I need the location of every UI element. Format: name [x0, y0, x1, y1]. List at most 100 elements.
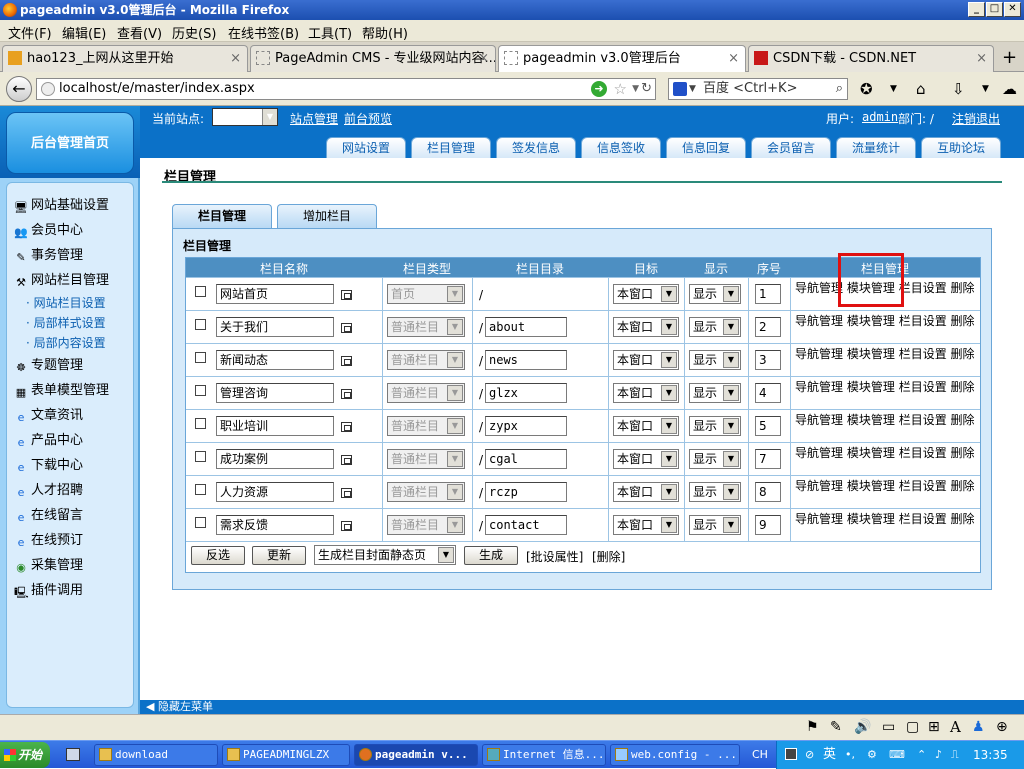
start-button[interactable]: 开始	[0, 742, 50, 768]
delete-column-link[interactable]: 删除	[951, 314, 975, 328]
column-settings-link[interactable]: 栏目设置	[899, 446, 947, 460]
column-name-input[interactable]: 关于我们	[216, 317, 334, 337]
target-select[interactable]: 本窗口 ▼	[613, 284, 679, 304]
square-icon[interactable]: ▢	[906, 719, 919, 735]
copy-icon[interactable]	[341, 488, 352, 498]
flag-icon[interactable]: ⚑	[806, 719, 819, 735]
language-indicator[interactable]: CH	[752, 741, 768, 769]
nav-manage-link[interactable]: 导航管理	[795, 512, 843, 526]
column-name-input[interactable]: 需求反馈	[216, 515, 334, 535]
sidebar-subitem-content-settings[interactable]: · 局部内容设置	[26, 334, 106, 351]
tab-hao123[interactable]: hao123_上网从这里开始 ×	[2, 45, 248, 72]
chevron-up-icon[interactable]: ⌃	[917, 741, 926, 769]
order-input[interactable]: 1	[755, 284, 781, 304]
sidebar-item-collect[interactable]: ◉ 采集管理	[14, 554, 83, 575]
chevron-down-icon[interactable]: ▼	[982, 80, 989, 98]
menu-edit[interactable]: 编辑(E)	[62, 23, 106, 42]
ime-off-icon[interactable]: ⊘	[805, 741, 814, 769]
column-dir-input[interactable]: glzx	[485, 383, 567, 403]
keyboard-icon[interactable]: ⌨	[889, 741, 905, 769]
column-type-select[interactable]: 普通栏目 ▼	[387, 317, 465, 337]
globe-icon[interactable]: ⊕	[996, 719, 1008, 735]
tab-csdn[interactable]: CSDN下载 - CSDN.NET ×	[748, 45, 994, 72]
column-name-input[interactable]: 成功案例	[216, 449, 334, 469]
network-icon[interactable]: ⎍	[951, 741, 959, 769]
nav-manage-link[interactable]: 导航管理	[795, 413, 843, 427]
sidebar-item-affairs[interactable]: ✎ 事务管理	[14, 244, 83, 265]
module-manage-link[interactable]: 模块管理	[847, 479, 895, 493]
site-manage-link-text[interactable]: 站点管理	[290, 112, 338, 126]
delete-column-link[interactable]: 删除	[951, 380, 975, 394]
menu-file[interactable]: 文件(F)	[8, 23, 52, 42]
row-checkbox[interactable]	[195, 418, 206, 429]
copy-icon[interactable]	[341, 389, 352, 399]
nav-manage-link[interactable]: 导航管理	[795, 380, 843, 394]
column-dir-input[interactable]: about	[485, 317, 567, 337]
url-bar[interactable]: localhost/e/master/index.aspx ➜ ☆ ▼ ↻	[36, 78, 656, 100]
close-tab-icon[interactable]: ×	[728, 46, 739, 71]
sidebar-item-downloads[interactable]: e 下载中心	[14, 454, 83, 475]
logout-link-text[interactable]: 注销退出	[952, 112, 1000, 126]
column-type-select[interactable]: 普通栏目 ▼	[387, 350, 465, 370]
column-settings-link[interactable]: 栏目设置	[899, 512, 947, 526]
close-tab-icon[interactable]: ×	[478, 46, 489, 71]
sidebar-item-column-manage[interactable]: ⚒ 网站栏目管理	[14, 269, 109, 290]
column-name-input[interactable]: 职业培训	[216, 416, 334, 436]
font-icon[interactable]: A	[950, 718, 961, 736]
show-select[interactable]: 显示 ▼	[689, 416, 741, 436]
grid-icon[interactable]: ⊞	[928, 719, 940, 735]
menu-bookmarks[interactable]: 在线书签(B)	[228, 23, 299, 42]
column-type-select[interactable]: 普通栏目 ▼	[387, 515, 465, 535]
show-select[interactable]: 显示 ▼	[689, 284, 741, 304]
tab-member-messages[interactable]: 会员留言	[751, 137, 831, 158]
bookmark-star-icon[interactable]: ☆	[614, 79, 627, 99]
site-select[interactable]: 中文版 ▼	[212, 108, 278, 126]
column-type-select[interactable]: 普通栏目 ▼	[387, 482, 465, 502]
target-select[interactable]: 本窗口 ▼	[613, 416, 679, 436]
module-manage-link[interactable]: 模块管理	[847, 281, 895, 295]
order-input[interactable]: 4	[755, 383, 781, 403]
target-select[interactable]: 本窗口 ▼	[613, 515, 679, 535]
home-icon[interactable]: ⌂	[916, 80, 926, 98]
order-input[interactable]: 7	[755, 449, 781, 469]
site-manage-link[interactable]: 站点管理	[290, 110, 338, 127]
module-manage-link[interactable]: 模块管理	[847, 512, 895, 526]
column-name-input[interactable]: 人力资源	[216, 482, 334, 502]
task-iis[interactable]: Internet 信息...	[482, 744, 606, 766]
menu-history[interactable]: 历史(S)	[172, 23, 216, 42]
delete-column-link[interactable]: 删除	[951, 446, 975, 460]
target-select[interactable]: 本窗口 ▼	[613, 317, 679, 337]
hide-menu-bar[interactable]: ◀ 隐藏左菜单	[140, 700, 1024, 714]
column-dir-input[interactable]: cgal	[485, 449, 567, 469]
target-select[interactable]: 本窗口 ▼	[613, 350, 679, 370]
task-web-config[interactable]: web.config - ...	[610, 744, 740, 766]
order-input[interactable]: 9	[755, 515, 781, 535]
column-dir-input[interactable]: rczp	[485, 482, 567, 502]
invert-select-button[interactable]: 反选	[191, 546, 245, 565]
tab-info-receive[interactable]: 信息签收	[581, 137, 661, 158]
nav-manage-link[interactable]: 导航管理	[795, 347, 843, 361]
column-settings-link[interactable]: 栏目设置	[899, 380, 947, 394]
close-tab-icon[interactable]: ×	[230, 46, 241, 71]
chevron-down-icon[interactable]: ▼	[890, 80, 897, 98]
pen-icon[interactable]: ✎	[830, 719, 842, 735]
settings-icon[interactable]: ⚙	[867, 741, 877, 769]
column-settings-link[interactable]: 栏目设置	[899, 281, 947, 295]
sidebar-item-plugins[interactable]: 🖳 插件调用	[14, 579, 83, 600]
sidebar-item-products[interactable]: e 产品中心	[14, 429, 83, 450]
order-input[interactable]: 5	[755, 416, 781, 436]
tab-pageadmin-admin[interactable]: pageadmin v3.0管理后台 ×	[498, 45, 746, 73]
delete-column-link[interactable]: 删除	[951, 413, 975, 427]
sidebar-subitem-column-settings[interactable]: · 网站栏目设置	[26, 294, 106, 311]
order-input[interactable]: 3	[755, 350, 781, 370]
nav-manage-link[interactable]: 导航管理	[795, 314, 843, 328]
nav-manage-link[interactable]: 导航管理	[795, 446, 843, 460]
module-manage-link[interactable]: 模块管理	[847, 413, 895, 427]
show-select[interactable]: 显示 ▼	[689, 449, 741, 469]
show-select[interactable]: 显示 ▼	[689, 383, 741, 403]
row-checkbox[interactable]	[195, 484, 206, 495]
delete-column-link[interactable]: 删除	[951, 347, 975, 361]
sidebar-item-online-booking[interactable]: e 在线预订	[14, 529, 83, 550]
content-tab-column-manage[interactable]: 栏目管理	[172, 204, 272, 228]
column-type-select[interactable]: 普通栏目 ▼	[387, 416, 465, 436]
